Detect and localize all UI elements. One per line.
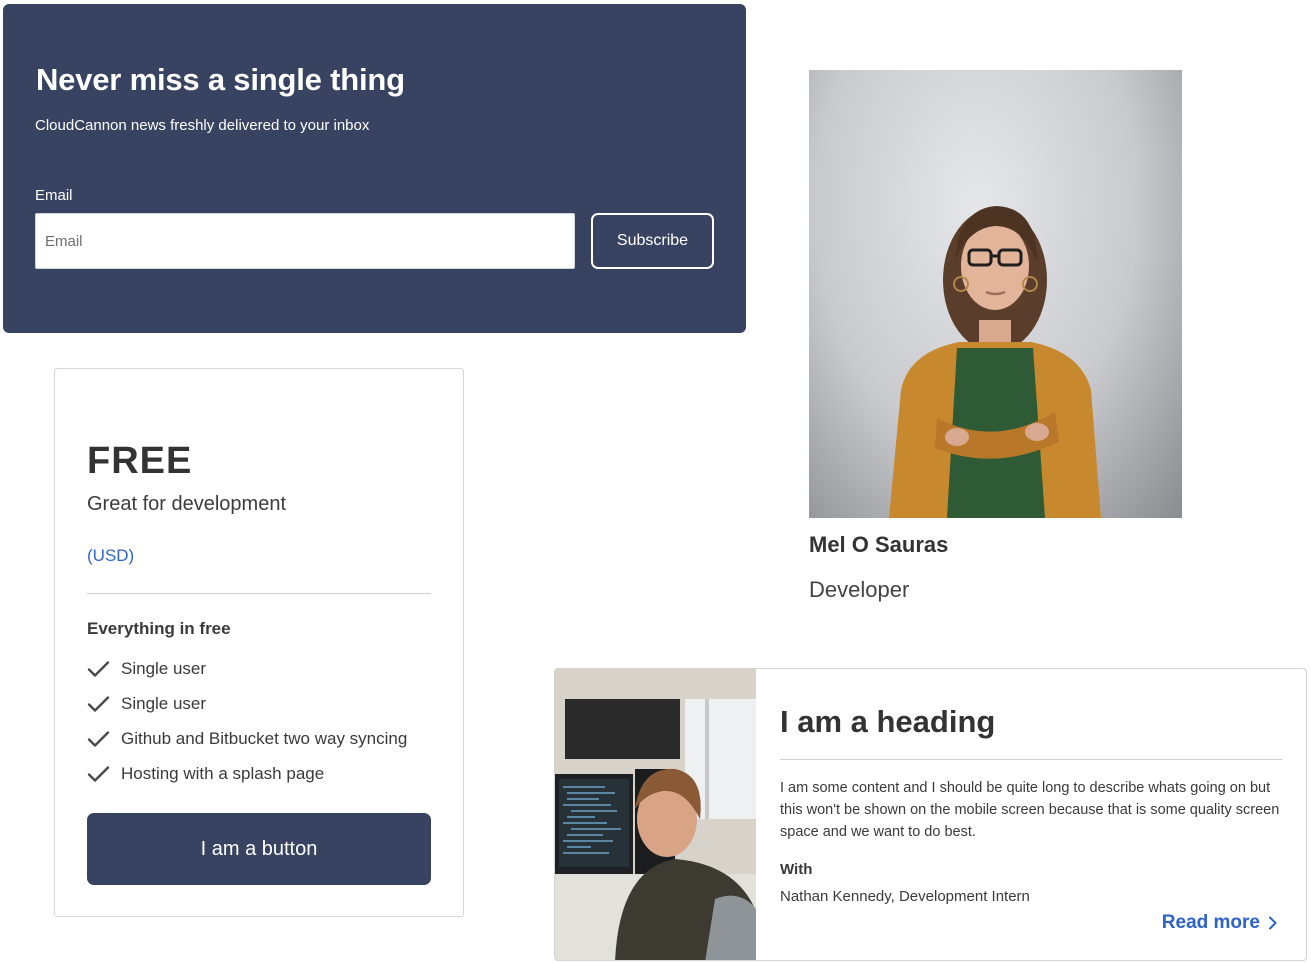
email-label: Email xyxy=(35,187,73,204)
read-more-link[interactable]: Read more xyxy=(1162,912,1280,934)
profile-role: Developer xyxy=(809,577,910,602)
divider xyxy=(87,593,431,594)
check-icon xyxy=(87,765,110,782)
feature-item: Github and Bitbucket two way syncing xyxy=(87,721,447,756)
article-card: I am a heading I am some content and I s… xyxy=(554,668,1307,961)
developer-illustration xyxy=(555,669,756,960)
plan-tagline: Great for development xyxy=(87,493,286,515)
article-heading: I am a heading xyxy=(780,704,996,739)
email-input[interactable] xyxy=(35,213,575,269)
newsletter-panel: Never miss a single thing CloudCannon ne… xyxy=(3,4,746,333)
feature-list: Single user Single user Github and Bitbu… xyxy=(87,651,447,791)
check-icon xyxy=(87,730,110,747)
subscribe-button[interactable]: Subscribe xyxy=(591,213,714,269)
feature-item: Hosting with a splash page xyxy=(87,756,447,791)
article-body: I am some content and I should be quite … xyxy=(780,780,1280,840)
with-label: With xyxy=(780,861,813,878)
feature-label: Github and Bitbucket two way syncing xyxy=(121,728,408,748)
check-icon xyxy=(87,660,110,677)
portrait-illustration xyxy=(889,206,1101,518)
feature-item: Single user xyxy=(87,651,447,686)
read-more-label: Read more xyxy=(1161,912,1260,933)
profile-photo xyxy=(809,70,1182,518)
check-icon xyxy=(87,695,110,712)
newsletter-subtitle: CloudCannon news freshly delivered to yo… xyxy=(35,117,370,134)
feature-label: Single user xyxy=(121,693,207,713)
article-thumbnail xyxy=(555,669,756,960)
chevron-right-icon xyxy=(1269,916,1277,930)
currency-link[interactable]: (USD) xyxy=(87,546,134,566)
profile-name: Mel O Sauras xyxy=(809,532,949,557)
article-author: Nathan Kennedy, Development Intern xyxy=(780,888,1030,905)
features-title: Everything in free xyxy=(87,619,231,638)
plan-cta-button[interactable]: I am a button xyxy=(87,813,431,885)
pricing-card: FREE Great for development (USD) Everyth… xyxy=(54,368,464,917)
feature-item: Single user xyxy=(87,686,447,721)
feature-label: Hosting with a splash page xyxy=(121,763,325,783)
newsletter-title: Never miss a single thing xyxy=(36,62,405,97)
feature-label: Single user xyxy=(121,658,207,678)
plan-name: FREE xyxy=(87,440,193,482)
divider xyxy=(780,759,1282,760)
